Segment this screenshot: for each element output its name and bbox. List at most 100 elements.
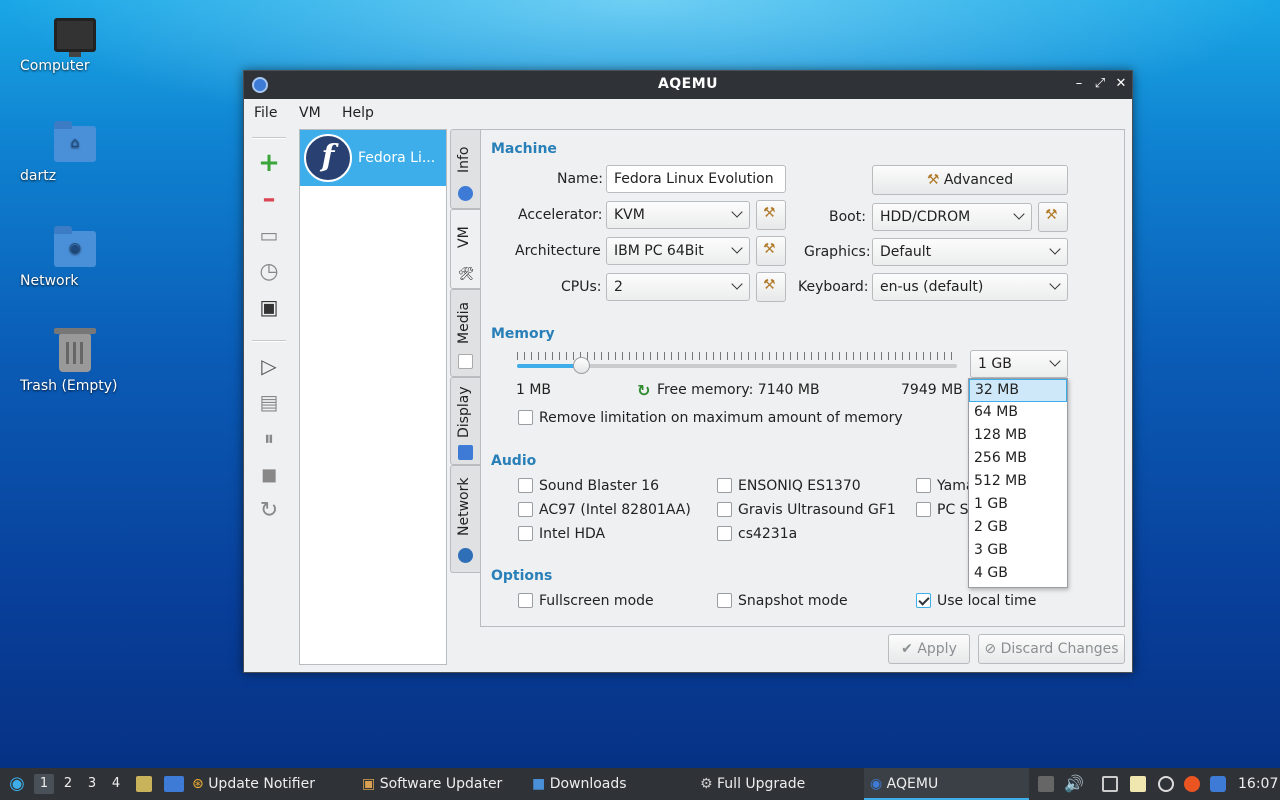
task-full-upgrade[interactable]: ⚙ Full Upgrade [700, 768, 860, 800]
title-bar[interactable]: AQEMU – ⤢ ✕ [244, 71, 1132, 99]
architecture-select[interactable]: IBM PC 64Bit [606, 237, 750, 265]
save-icon[interactable]: ▤ [256, 389, 282, 415]
boot-select[interactable]: HDD/CDROM [872, 203, 1032, 231]
ubuntu-updates-icon[interactable] [1184, 776, 1200, 792]
architecture-settings-button[interactable]: ⚒ [756, 236, 786, 266]
discard-changes-button[interactable]: ⊘ Discard Changes [978, 634, 1125, 664]
task-downloads[interactable]: ■ Downloads [532, 768, 692, 800]
audio-checkbox[interactable] [518, 478, 533, 493]
notification-icon[interactable] [1210, 776, 1226, 792]
refresh-icon[interactable]: ↻ [637, 381, 650, 400]
reset-icon[interactable]: ↻ [256, 497, 282, 523]
audio-checkbox[interactable] [717, 526, 732, 541]
graphics-select[interactable]: Default [872, 238, 1068, 266]
desktop-icon-computer[interactable]: Computer [20, 18, 130, 74]
stop-icon[interactable]: ◼ [256, 461, 282, 487]
memory-option[interactable]: 3 GB [969, 540, 1067, 563]
cpus-settings-button[interactable]: ⚒ [756, 272, 786, 302]
workspace-3[interactable]: 3 [82, 774, 102, 794]
local-time-checkbox[interactable] [916, 593, 931, 608]
play-icon[interactable]: ▷ [256, 353, 282, 379]
tab-network[interactable]: Network [450, 465, 480, 573]
audio-checkbox[interactable] [916, 478, 931, 493]
workspace-2[interactable]: 2 [58, 774, 78, 794]
memory-option[interactable]: 64 MB [969, 402, 1067, 425]
fullscreen-checkbox[interactable] [518, 593, 533, 608]
memory-option[interactable]: 256 MB [969, 448, 1067, 471]
slider-handle[interactable] [573, 357, 590, 374]
tab-display[interactable]: Display [450, 377, 480, 465]
tab-vm[interactable]: VM 🛠 [450, 209, 481, 289]
boot-settings-button[interactable]: ⚒ [1038, 202, 1068, 232]
keyboard-select[interactable]: en-us (default) [872, 273, 1068, 301]
keyboard-value: en-us (default) [880, 279, 984, 295]
clock-icon[interactable]: ◷ [256, 258, 282, 284]
memory-size-select[interactable]: 1 GB [970, 350, 1068, 378]
pause-icon[interactable]: ⏸ [256, 425, 282, 451]
task-update-notifier[interactable]: ⊛ Update Notifier [192, 768, 352, 800]
workspace-1[interactable]: 1 [34, 774, 54, 794]
audio-checkbox[interactable] [717, 502, 732, 517]
audio-checkbox[interactable] [717, 478, 732, 493]
display-tray-icon[interactable] [1102, 776, 1118, 792]
terminal-icon[interactable]: ▣ [256, 294, 282, 320]
vm-list-item[interactable]: f Fedora Li... [300, 130, 446, 186]
file-manager-launcher-icon[interactable] [136, 776, 152, 792]
maximize-button[interactable]: ⤢ [1091, 75, 1109, 93]
memory-option[interactable]: 128 MB [969, 425, 1067, 448]
add-vm-icon[interactable]: + [256, 148, 282, 178]
check-icon: ✔ [901, 641, 913, 657]
tools-icon: ⚒ [763, 241, 776, 257]
snapshot-checkbox[interactable] [717, 593, 732, 608]
desktop-icon-network[interactable]: ◉ Network [20, 226, 130, 289]
task-aqemu[interactable]: ◉ AQEMU [864, 768, 1029, 800]
tab-media[interactable]: Media [450, 289, 480, 377]
hard-disk-icon[interactable]: ▭ [256, 222, 282, 248]
memory-size-value: 1 GB [978, 356, 1012, 372]
menu-help[interactable]: Help [342, 105, 374, 121]
desktop-icon-home[interactable]: ⌂ dartz [20, 121, 130, 184]
task-software-updater[interactable]: ▣ Software Updater [362, 768, 522, 800]
memory-option[interactable]: 4 GB [969, 563, 1067, 586]
cpus-label: CPUs: [561, 279, 602, 295]
audio-checkbox[interactable] [916, 502, 931, 517]
apply-button[interactable]: ✔ Apply [888, 634, 970, 664]
vm-name-field[interactable]: Fedora Linux Evolution [606, 165, 786, 193]
chevron-down-icon [1049, 243, 1061, 255]
audio-ac97-label: AC97 (Intel 82801AA) [539, 502, 691, 518]
minimize-button[interactable]: – [1070, 75, 1088, 93]
tab-label: Info [456, 146, 472, 174]
memory-slider[interactable] [517, 352, 957, 374]
memory-option[interactable]: 2 GB [969, 517, 1067, 540]
window-title: AQEMU [657, 76, 719, 92]
audio-checkbox[interactable] [518, 526, 533, 541]
workspace-4[interactable]: 4 [106, 774, 126, 794]
remove-limit-checkbox[interactable] [518, 410, 533, 425]
clipboard-icon[interactable] [1130, 776, 1146, 792]
close-button[interactable]: ✕ [1112, 75, 1130, 93]
cpus-select[interactable]: 2 [606, 273, 750, 301]
memory-option[interactable]: 32 MB [969, 379, 1067, 402]
tools-icon: 🛠 [458, 267, 475, 282]
volume-icon[interactable]: 🔊 [1064, 768, 1084, 800]
task-label: Downloads [549, 776, 627, 792]
network-manager-icon[interactable] [1158, 776, 1174, 792]
trash-icon [54, 328, 96, 372]
toolbar-separator [252, 137, 286, 139]
eject-icon[interactable] [1038, 776, 1054, 792]
start-menu-icon[interactable]: ◉ [4, 768, 30, 800]
accelerator-settings-button[interactable]: ⚒ [756, 200, 786, 230]
remove-vm-icon[interactable]: – [256, 184, 282, 214]
memory-option[interactable]: 512 MB [969, 471, 1067, 494]
apply-label: Apply [917, 641, 957, 657]
graphics-value: Default [880, 244, 932, 260]
memory-option[interactable]: 1 GB [969, 494, 1067, 517]
accelerator-select[interactable]: KVM [606, 201, 750, 229]
desktop-icon-trash[interactable]: Trash (Empty) [20, 328, 130, 394]
tab-info[interactable]: Info [450, 129, 480, 209]
menu-file[interactable]: File [254, 105, 277, 121]
audio-checkbox[interactable] [518, 502, 533, 517]
advanced-button[interactable]: ⚒ Advanced [872, 165, 1068, 195]
desktop-launcher-icon[interactable] [164, 776, 184, 792]
menu-vm[interactable]: VM [299, 105, 321, 121]
